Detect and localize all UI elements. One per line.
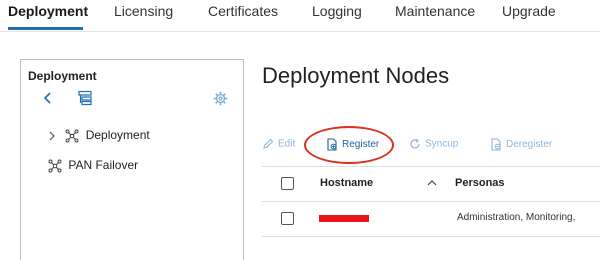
deregister-button[interactable]: Deregister <box>490 138 552 151</box>
tab-upgrade[interactable]: Upgrade <box>502 3 556 19</box>
syncup-button[interactable]: Syncup <box>409 138 458 150</box>
sort-ascending-icon[interactable] <box>426 178 438 188</box>
sync-icon <box>410 138 420 149</box>
tree-item-label: PAN Failover <box>68 158 139 172</box>
gear-icon[interactable] <box>213 91 228 106</box>
select-all-checkbox[interactable] <box>281 177 294 190</box>
tab-bar-divider <box>0 31 600 32</box>
tree-view-icon[interactable] <box>78 90 92 106</box>
register-document-icon <box>327 138 337 151</box>
tree-item-pan-failover[interactable]: PAN Failover <box>48 158 138 173</box>
tab-licensing[interactable]: Licensing <box>114 3 173 19</box>
redacted-hostname <box>319 215 369 222</box>
edit-label: Edit <box>278 138 296 150</box>
tree-item-deployment[interactable]: Deployment <box>48 128 150 143</box>
pencil-icon <box>263 138 274 149</box>
row-checkbox[interactable] <box>281 212 294 225</box>
syncup-label: Syncup <box>425 138 459 150</box>
table-row-divider <box>262 236 600 237</box>
column-header-personas[interactable]: Personas <box>455 177 505 189</box>
page-title: Deployment Nodes <box>262 63 450 88</box>
chevron-left-icon[interactable] <box>41 90 55 106</box>
active-tab-indicator <box>8 27 83 30</box>
table-header-divider <box>262 201 600 202</box>
deregister-label: Deregister <box>506 139 553 151</box>
register-button[interactable]: Register <box>326 138 379 151</box>
tab-deployment[interactable]: Deployment <box>8 3 88 19</box>
column-header-hostname[interactable]: Hostname <box>320 177 373 189</box>
tab-maintenance[interactable]: Maintenance <box>395 3 475 19</box>
tab-logging[interactable]: Logging <box>312 3 362 19</box>
row-personas: Administration, Monitoring, <box>457 212 576 223</box>
deployment-nav-panel: Deployment Deployment PAN Failover <box>20 59 244 260</box>
deregister-document-icon <box>491 138 501 151</box>
network-node-icon <box>48 159 62 173</box>
register-label: Register <box>342 139 380 151</box>
tree-item-label: Deployment <box>85 128 150 142</box>
top-tab-bar: Deployment Licensing Certificates Loggin… <box>0 0 600 32</box>
table-top-border <box>262 166 600 167</box>
panel-title: Deployment <box>28 69 97 83</box>
network-node-icon <box>65 129 79 143</box>
chevron-right-icon[interactable] <box>48 131 56 141</box>
tab-certificates[interactable]: Certificates <box>208 3 278 19</box>
edit-button[interactable]: Edit <box>262 138 295 150</box>
